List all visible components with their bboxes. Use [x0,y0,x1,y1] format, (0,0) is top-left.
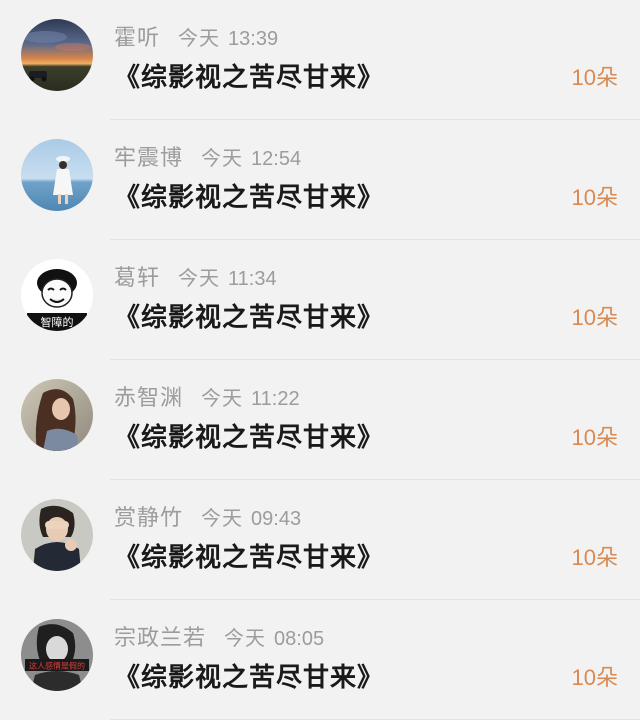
sender-name[interactable]: 赏静竹 [114,506,183,531]
gift-count: 10朵 [571,185,618,210]
gift-record-row[interactable]: 智障的 葛轩 今天 11:34 《综影视之苦尽甘来》 10朵 [0,240,640,360]
gift-book-title[interactable]: 《综影视之苦尽甘来》 [114,658,384,698]
covered-eyes-girl-avatar-icon[interactable] [21,499,93,571]
send-day: 今天 [224,626,267,650]
sender-name[interactable]: 牢震博 [114,146,183,171]
girl-by-sea-avatar-icon[interactable] [21,139,93,211]
sender-meta: 赤智渊 今天 11:22 [114,382,300,414]
sender-meta: 葛轩 今天 11:34 [114,262,277,294]
sender-meta: 宗政兰若 今天 08:05 [114,622,324,654]
gift-book-title[interactable]: 《综影视之苦尽甘来》 [114,178,384,218]
send-time: 09:43 [251,508,302,530]
gift-record-row[interactable]: 牢震博 今天 12:54 《综影视之苦尽甘来》 10朵 [0,120,640,240]
gift-count: 10朵 [571,65,618,90]
gift-count: 10朵 [571,545,618,570]
gift-record-row[interactable]: 赏静竹 今天 09:43 《综影视之苦尽甘来》 10朵 [0,480,640,600]
gift-book-title[interactable]: 《综影视之苦尽甘来》 [114,58,384,98]
send-day: 今天 [178,26,221,50]
gift-book-title[interactable]: 《综影视之苦尽甘来》 [114,298,384,338]
send-time: 08:05 [274,628,325,650]
send-time: 11:22 [251,388,300,410]
gift-record-row[interactable]: 霍听 今天 13:39 《综影视之苦尽甘来》 10朵 [0,0,640,120]
sender-name[interactable]: 宗政兰若 [114,626,206,651]
sender-name[interactable]: 赤智渊 [114,386,183,411]
gift-book-title[interactable]: 《综影视之苦尽甘来》 [114,418,384,458]
gift-record-row[interactable]: 这人感情是假的 宗政兰若 今天 08:05 《综影视之苦尽甘来》 10朵 [0,600,640,720]
mono-portrait-avatar-icon[interactable]: 这人感情是假的 [21,619,93,691]
gift-count: 10朵 [571,305,618,330]
gift-book-title[interactable]: 《综影视之苦尽甘来》 [114,538,384,578]
sunset-landscape-avatar-icon[interactable] [21,19,93,91]
meme-caption: 智障的 [41,315,74,329]
sender-name[interactable]: 霍听 [114,26,160,51]
gift-record-row[interactable]: 赤智渊 今天 11:22 《综影视之苦尽甘来》 10朵 [0,360,640,480]
send-time: 11:34 [228,268,277,290]
sender-meta: 霍听 今天 13:39 [114,22,278,54]
gift-count: 10朵 [571,665,618,690]
sender-name[interactable]: 葛轩 [114,266,160,291]
send-time: 12:54 [251,148,302,170]
banner-text: 这人感情是假的 [29,661,85,671]
meme-face-avatar-icon[interactable]: 智障的 [21,259,93,331]
sender-meta: 牢震博 今天 12:54 [114,142,301,174]
send-day: 今天 [201,506,244,530]
send-day: 今天 [178,266,221,290]
send-day: 今天 [201,146,244,170]
gift-record-list: 霍听 今天 13:39 《综影视之苦尽甘来》 10朵 牢震博 今天 12:54 … [0,0,640,720]
gift-count: 10朵 [571,425,618,450]
send-day: 今天 [201,386,244,410]
long-hair-girl-avatar-icon[interactable] [21,379,93,451]
sender-meta: 赏静竹 今天 09:43 [114,502,301,534]
send-time: 13:39 [228,28,279,50]
